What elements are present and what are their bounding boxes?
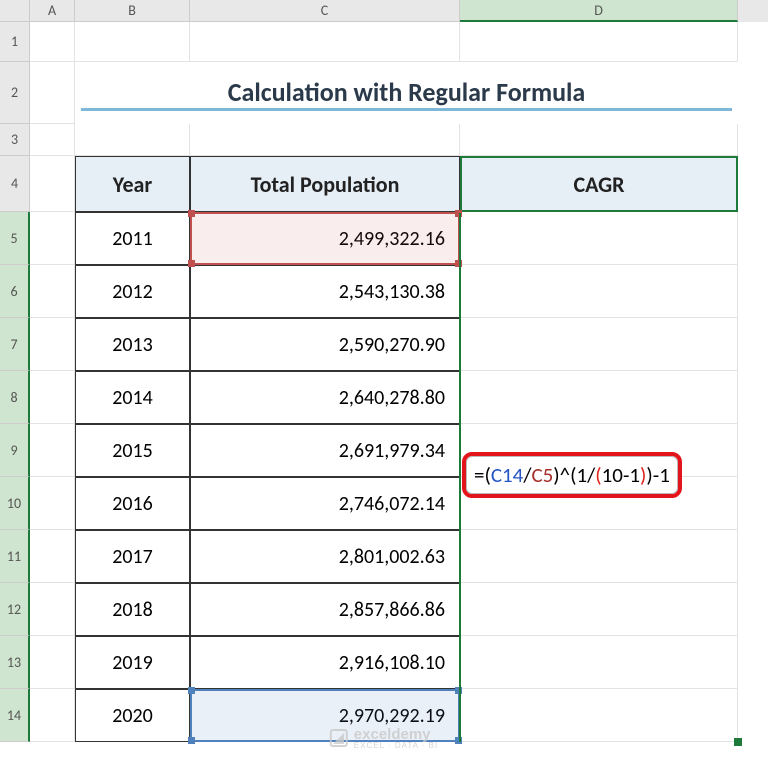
grid: Calculation with Regular Formula Year To… [30, 22, 738, 742]
cell-A2[interactable] [30, 62, 75, 124]
cell-D3[interactable] [460, 124, 738, 156]
header-population[interactable]: Total Population [190, 156, 460, 212]
row-header-6[interactable]: 6 [0, 265, 30, 318]
row-header-9[interactable]: 9 [0, 424, 30, 477]
cell-D13[interactable] [460, 636, 738, 689]
row-header-7[interactable]: 7 [0, 318, 30, 371]
fx-ref-C14: C14 [491, 462, 523, 488]
cell-A12[interactable] [30, 583, 75, 636]
cell-A7[interactable] [30, 318, 75, 371]
cell-A10[interactable] [30, 477, 75, 530]
cell-C10[interactable]: 2,746,072.14 [190, 477, 460, 530]
cell-B6[interactable]: 2012 [75, 265, 190, 318]
fx-caret: ^( [560, 462, 577, 488]
cell-C1[interactable] [190, 22, 460, 62]
watermark: ◢ exceldemy EXCEL · DATA · BI [330, 726, 438, 750]
cell-B8[interactable]: 2014 [75, 371, 190, 424]
col-header-C[interactable]: C [190, 0, 460, 22]
fill-handle[interactable] [734, 738, 742, 746]
cell-C6[interactable]: 2,543,130.38 [190, 265, 460, 318]
cell-B11[interactable]: 2017 [75, 530, 190, 583]
column-headers: A B C D [0, 0, 768, 22]
cell-A4[interactable] [30, 156, 75, 212]
cell-C5[interactable]: 2,499,322.16 [190, 212, 460, 265]
watermark-logo-icon: ◢ [330, 729, 348, 747]
cell-B9[interactable]: 2015 [75, 424, 190, 477]
formula-callout: =(C14/C5)^(1/(10-1))-1 [462, 452, 682, 498]
cell-B14[interactable]: 2020 [75, 689, 190, 742]
header-cagr[interactable]: CAGR [460, 156, 738, 212]
row-headers: 1 2 3 4 5 6 7 8 9 10 11 12 13 14 [0, 22, 30, 742]
cell-D6[interactable] [460, 265, 738, 318]
cell-D8[interactable] [460, 371, 738, 424]
row-header-1[interactable]: 1 [0, 22, 30, 62]
cell-A3[interactable] [30, 124, 75, 156]
row-header-2[interactable]: 2 [0, 62, 30, 124]
row-header-14[interactable]: 14 [0, 689, 30, 742]
cell-D5[interactable] [460, 212, 738, 265]
col-header-A[interactable]: A [30, 0, 75, 22]
cell-C9[interactable]: 2,691,979.34 [190, 424, 460, 477]
cell-C12[interactable]: 2,857,866.86 [190, 583, 460, 636]
fx-eq: = [474, 462, 484, 488]
cell-A14[interactable] [30, 689, 75, 742]
spreadsheet: A B C D 1 2 3 4 5 6 7 8 9 10 11 12 13 14 [0, 0, 768, 768]
cell-A6[interactable] [30, 265, 75, 318]
row-header-5[interactable]: 5 [0, 212, 30, 265]
cell-C7[interactable]: 2,590,270.90 [190, 318, 460, 371]
fx-one: 1 [577, 462, 588, 488]
col-header-D[interactable]: D [460, 0, 738, 22]
cell-C8[interactable]: 2,640,278.80 [190, 371, 460, 424]
cell-A8[interactable] [30, 371, 75, 424]
select-all-corner[interactable] [0, 0, 30, 22]
watermark-tag: EXCEL · DATA · BI [354, 741, 438, 750]
title-cell[interactable]: Calculation with Regular Formula [75, 62, 738, 124]
cell-A11[interactable] [30, 530, 75, 583]
cell-D12[interactable] [460, 583, 738, 636]
cell-B10[interactable]: 2016 [75, 477, 190, 530]
row-header-3[interactable]: 3 [0, 124, 30, 156]
fx-minus1: -1 [653, 462, 670, 488]
cell-A1[interactable] [30, 22, 75, 62]
col-header-B[interactable]: B [75, 0, 190, 22]
row-header-12[interactable]: 12 [0, 583, 30, 636]
row-header-10[interactable]: 10 [0, 477, 30, 530]
cell-A5[interactable] [30, 212, 75, 265]
cell-D11[interactable] [460, 530, 738, 583]
cell-B5[interactable]: 2011 [75, 212, 190, 265]
cell-B13[interactable]: 2019 [75, 636, 190, 689]
row-header-13[interactable]: 13 [0, 636, 30, 689]
row-header-8[interactable]: 8 [0, 371, 30, 424]
cell-B1[interactable] [75, 22, 190, 62]
cell-B7[interactable]: 2013 [75, 318, 190, 371]
page-title: Calculation with Regular Formula [81, 76, 732, 111]
cell-C11[interactable]: 2,801,002.63 [190, 530, 460, 583]
cell-D14[interactable] [460, 689, 738, 742]
cell-A13[interactable] [30, 636, 75, 689]
cell-B12[interactable]: 2018 [75, 583, 190, 636]
cell-D7[interactable] [460, 318, 738, 371]
cell-C3[interactable] [190, 124, 460, 156]
row-header-4[interactable]: 4 [0, 156, 30, 212]
row-header-11[interactable]: 11 [0, 530, 30, 583]
header-year[interactable]: Year [75, 156, 190, 212]
cell-C13[interactable]: 2,916,108.10 [190, 636, 460, 689]
fx-ref-C5: C5 [531, 462, 553, 488]
cell-D1[interactable] [460, 22, 738, 62]
cell-B3[interactable] [75, 124, 190, 156]
fx-ten: 10-1 [602, 462, 640, 488]
cell-A9[interactable] [30, 424, 75, 477]
